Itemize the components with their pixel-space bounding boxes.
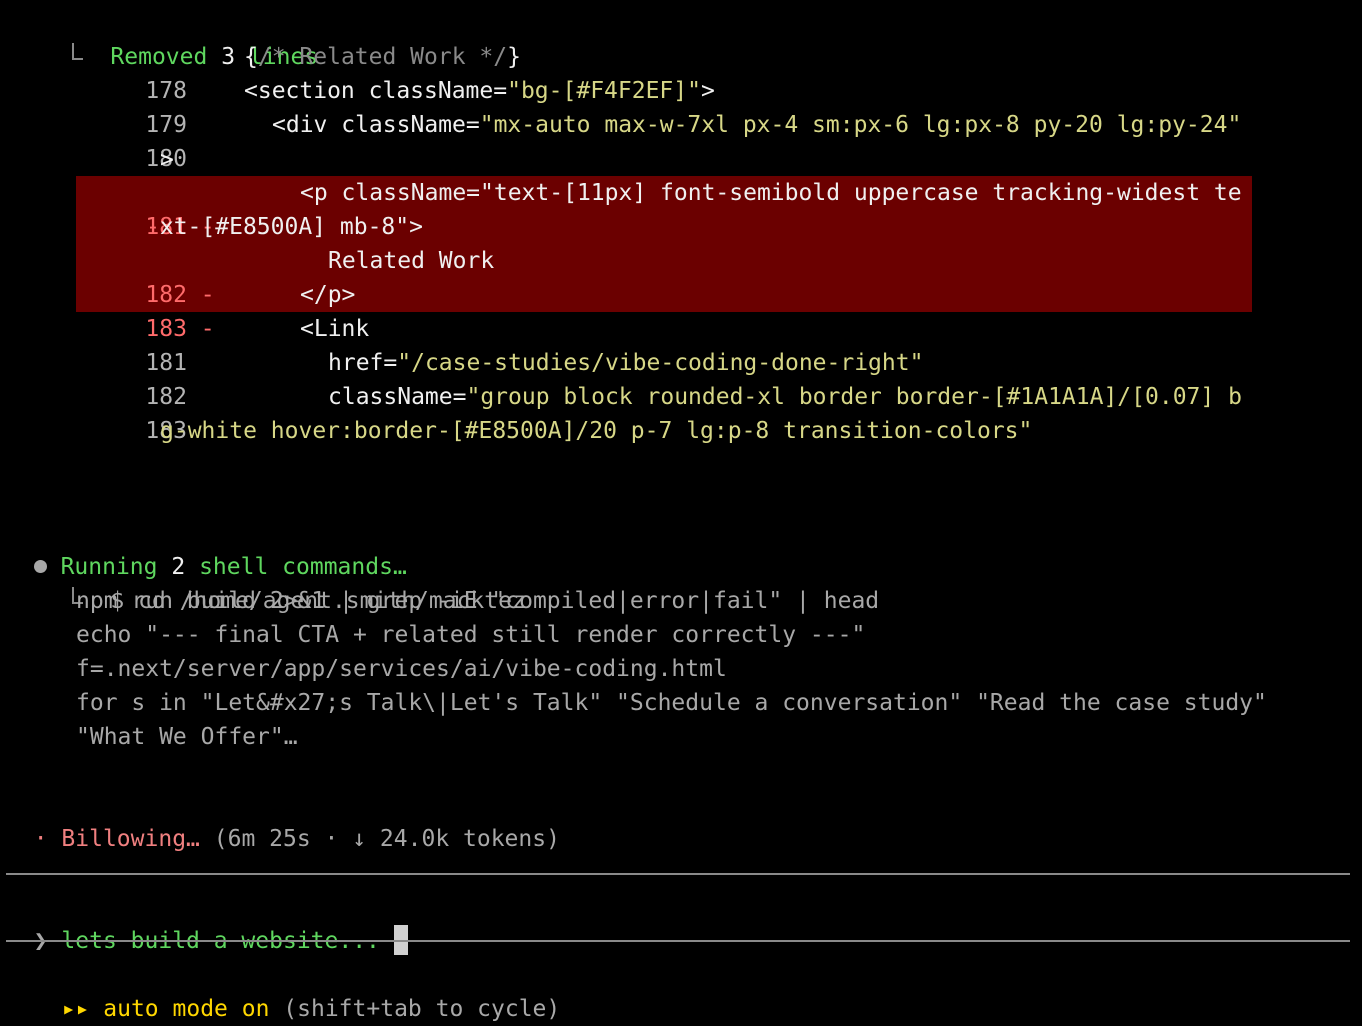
diff-line: 181 [90,312,187,376]
code-line: <Link [300,312,369,346]
diff-summary-count: 3 [221,44,236,70]
code-string: "mx-auto max-w-7xl px-4 sm:px-6 lg:px-8 … [479,112,1242,138]
diff-removed-line: 183 - [90,278,214,342]
code-line: <div className="mx-auto max-w-7xl px-4 s… [272,108,1241,142]
mode-label: auto mode on [103,996,270,1022]
diff-line: 180 [90,108,187,172]
removed-marker: - [200,316,215,342]
shell-command: npm run build 2>&1 | grep -iE "compiled|… [76,588,880,614]
code-token: href= [328,350,398,376]
code-token: > [700,78,715,104]
removed-code-wrap: -xt-[#E8500A] mb-8"> [146,210,423,244]
diff-summary: Removed 3 lines [44,6,318,70]
diff-line: 178 [90,40,187,104]
diff-removed-line: 181 - [90,176,214,240]
shell-header: Running 2 shell commands… [6,516,407,580]
prompt-bottom-divider [6,940,1350,942]
code-token: { [244,44,258,70]
code-comment: /* Related Work */ [257,44,508,70]
diff-line: 179 [90,74,187,138]
code-line: href="/case-studies/vibe-coding-done-rig… [328,346,923,380]
status-dot: · [33,826,48,852]
code-line: className="group block rounded-xl border… [328,380,1242,414]
mode-indicator[interactable]: ▸▸ auto mode on (shift+tab to cycle) [34,958,561,1022]
code-string: "bg-[#F4F2EF]" [507,78,701,104]
code-line: <section className="bg-[#F4F2EF]"> [244,74,715,108]
removed-marker: - [146,214,160,240]
shell-command: for s in "Let&#x27;s Talk\|Let's Talk" "… [76,690,1267,716]
removed-code: </p> [300,282,356,308]
status-details: (6m 25s · ↓ 24.0k tokens) [213,826,560,852]
code-line: {/* Related Work */} [244,40,521,74]
diff-removed-line: 182 - [90,244,214,308]
diff-line: 182 [90,346,187,410]
status-label: Billowing… [61,826,200,852]
code-line-wrap: > [160,147,174,173]
code-token: <Link [300,316,370,342]
removed-code: Related Work [328,248,495,274]
code-token: <section className= [244,78,508,104]
shell-command: echo "--- final CTA + related still rend… [76,622,866,648]
code-token: } [507,44,521,70]
fast-forward-icon: ▸▸ [61,996,90,1022]
status-line: · Billowing… (6m 25s · ↓ 24.0k tokens) [6,788,560,852]
prompt-input[interactable]: ❯ lets build a website... [6,890,408,955]
code-token: className= [328,384,467,410]
prompt-top-divider [6,873,1350,875]
code-line-wrap: g-white hover:border-[#E8500A]/20 p-7 lg… [160,418,1033,444]
shell-command: "What We Offer"… [76,724,298,750]
shell-command: $ cd /home/agent.smith/macktez [44,550,526,614]
code-string: "/case-studies/vibe-coding-done-right" [397,350,924,376]
code-token: <div className= [272,112,480,138]
code-string: "group block rounded-xl border border-[#… [466,384,1242,410]
removed-code: <p className="text-[11px] font-semibold … [300,180,1242,206]
tree-corner-icon [71,43,83,60]
removed-code: xt-[#E8500A] mb-8"> [159,214,423,240]
diff-line: 183 [90,380,187,444]
mode-hint: (shift+tab to cycle) [283,996,561,1022]
shell-command: f=.next/server/app/services/ai/vibe-codi… [76,656,727,682]
